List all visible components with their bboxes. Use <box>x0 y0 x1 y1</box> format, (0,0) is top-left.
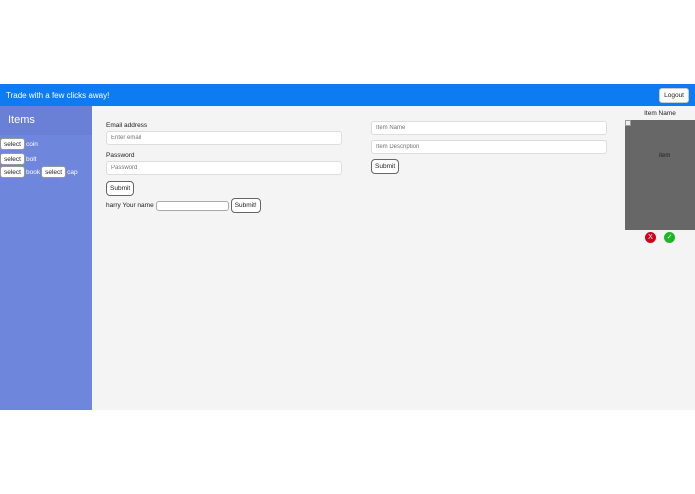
broken-image-icon <box>625 120 631 126</box>
item-label: cap <box>67 168 78 176</box>
password-field[interactable] <box>106 161 342 175</box>
list-item: select bolt <box>0 153 92 165</box>
name-field[interactable] <box>155 200 229 211</box>
item-card-title: Item Name <box>644 110 676 117</box>
list-item: select coin <box>0 138 92 150</box>
select-button[interactable]: select <box>0 166 25 178</box>
login-submit-button[interactable]: Submit <box>106 181 135 196</box>
item-image-alt: item <box>659 153 671 159</box>
main-content: Email address Password Submit harry Your… <box>92 106 695 410</box>
item-name-field[interactable] <box>371 121 607 135</box>
app-frame: Trade with a few clicks away! Logout Ite… <box>0 84 695 410</box>
items-sidebar: Items select coin select bolt select boo… <box>0 106 92 410</box>
item-form: Submit <box>371 121 607 174</box>
select-button[interactable]: select <box>0 138 25 150</box>
item-description-field[interactable] <box>371 140 607 154</box>
email-label: Email address <box>106 122 148 129</box>
item-label: book <box>25 168 41 176</box>
select-button[interactable]: select <box>41 166 67 178</box>
item-label: bolt <box>25 155 37 163</box>
item-card: Item Name item X ✓ <box>625 110 695 243</box>
login-form: Email address Password Submit harry Your… <box>106 122 342 213</box>
item-submit-button[interactable]: Submit <box>371 159 400 174</box>
accept-icon[interactable]: ✓ <box>664 232 675 243</box>
name-submit-button[interactable]: Submit! <box>230 198 261 213</box>
email-field[interactable] <box>106 131 342 145</box>
item-label: coin <box>25 140 38 148</box>
reject-icon[interactable]: X <box>645 232 656 243</box>
card-actions: X ✓ <box>625 232 695 243</box>
sidebar-title: Items <box>0 106 92 135</box>
list-item: select book select cap <box>0 166 92 178</box>
select-button[interactable]: select <box>0 153 25 165</box>
item-image: item <box>625 120 695 230</box>
navbar-tagline: Trade with a few clicks away! <box>6 90 110 100</box>
name-row: harry Your name Submit! <box>106 198 342 213</box>
password-label: Password <box>106 152 135 159</box>
logout-button[interactable]: Logout <box>659 88 689 103</box>
name-prefix-label: harry Your name <box>106 202 154 209</box>
top-navbar: Trade with a few clicks away! Logout <box>0 84 695 106</box>
